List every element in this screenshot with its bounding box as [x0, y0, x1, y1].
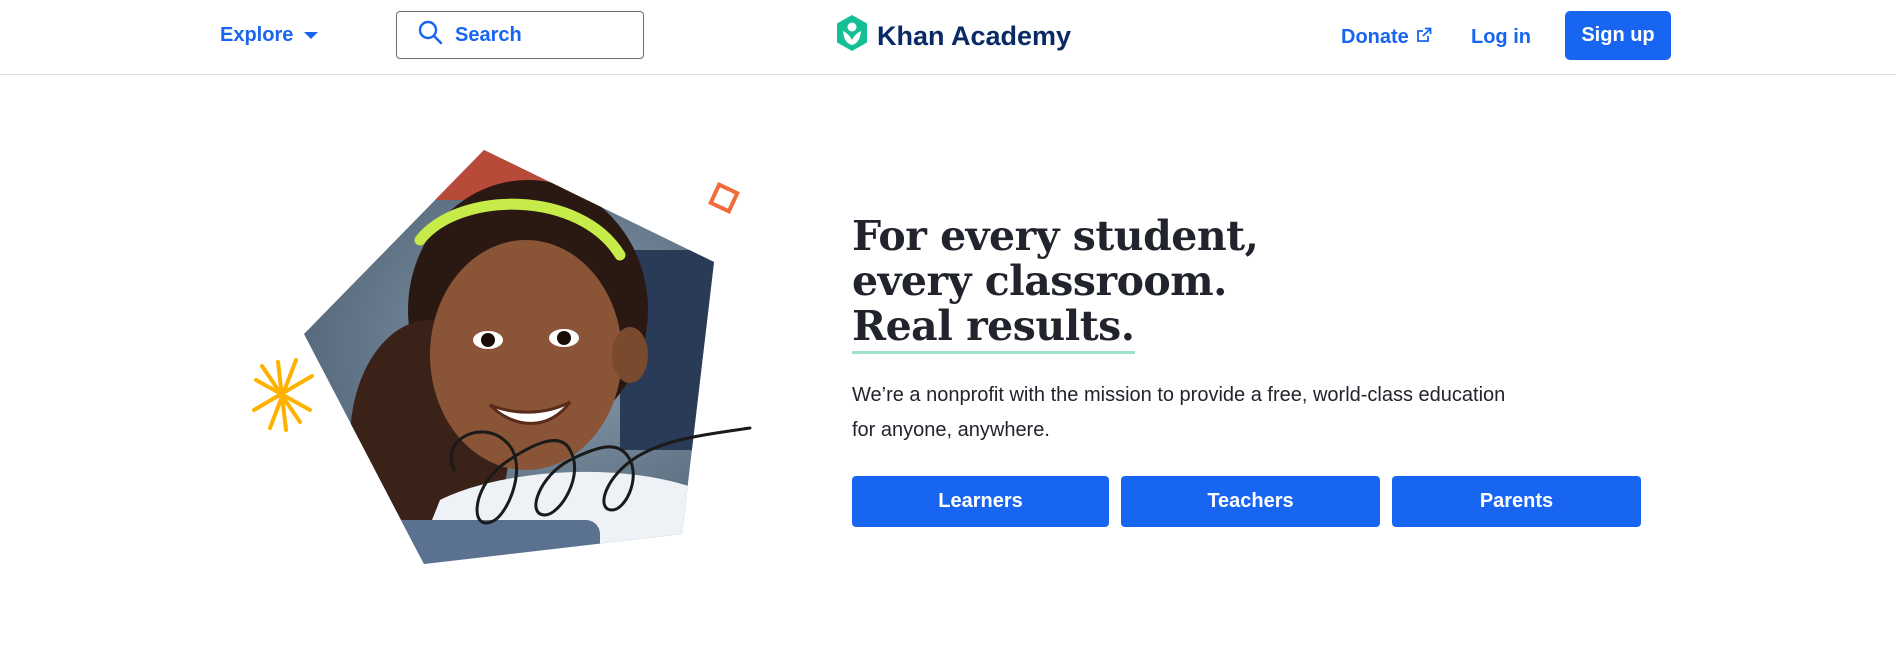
hero-subtitle: We’re a nonprofit with the mission to pr…: [852, 384, 1506, 441]
donate-label: Donate: [1341, 25, 1409, 48]
external-link-icon: [1416, 26, 1432, 49]
learners-button[interactable]: Learners: [852, 476, 1109, 527]
explore-label: Explore: [220, 23, 294, 46]
login-label: Log in: [1471, 25, 1531, 48]
diamond-icon: [708, 182, 740, 214]
headline-line-1: For every student,: [852, 212, 1259, 260]
hero-headline: For every student, every classroom. Real…: [852, 214, 1412, 354]
hero-illustration: [240, 140, 820, 600]
search-icon: [417, 19, 443, 51]
donate-link[interactable]: Donate: [1341, 22, 1432, 52]
headline-line-3: Real results.: [852, 304, 1135, 354]
signup-button[interactable]: Sign up: [1565, 11, 1671, 60]
headline-line-2: every classroom.: [852, 257, 1227, 305]
khan-logo-icon: [835, 14, 869, 59]
top-navigation-bar: Explore Khan Academy Donate: [0, 0, 1896, 75]
chevron-down-icon: [303, 24, 319, 47]
teachers-button[interactable]: Teachers: [1121, 476, 1380, 527]
explore-menu-button[interactable]: Explore: [220, 20, 319, 50]
star-burst-icon: [252, 358, 314, 432]
login-link[interactable]: Log in: [1471, 22, 1531, 52]
search-input[interactable]: [455, 23, 625, 47]
student-photo: [304, 150, 714, 564]
parents-button[interactable]: Parents: [1392, 476, 1641, 527]
logo-text: Khan Academy: [877, 20, 1072, 51]
headline-line-3-wrapper: Real results.: [852, 304, 1412, 354]
khan-academy-logo[interactable]: Khan Academy: [835, 14, 1072, 59]
search-box[interactable]: [396, 11, 644, 59]
